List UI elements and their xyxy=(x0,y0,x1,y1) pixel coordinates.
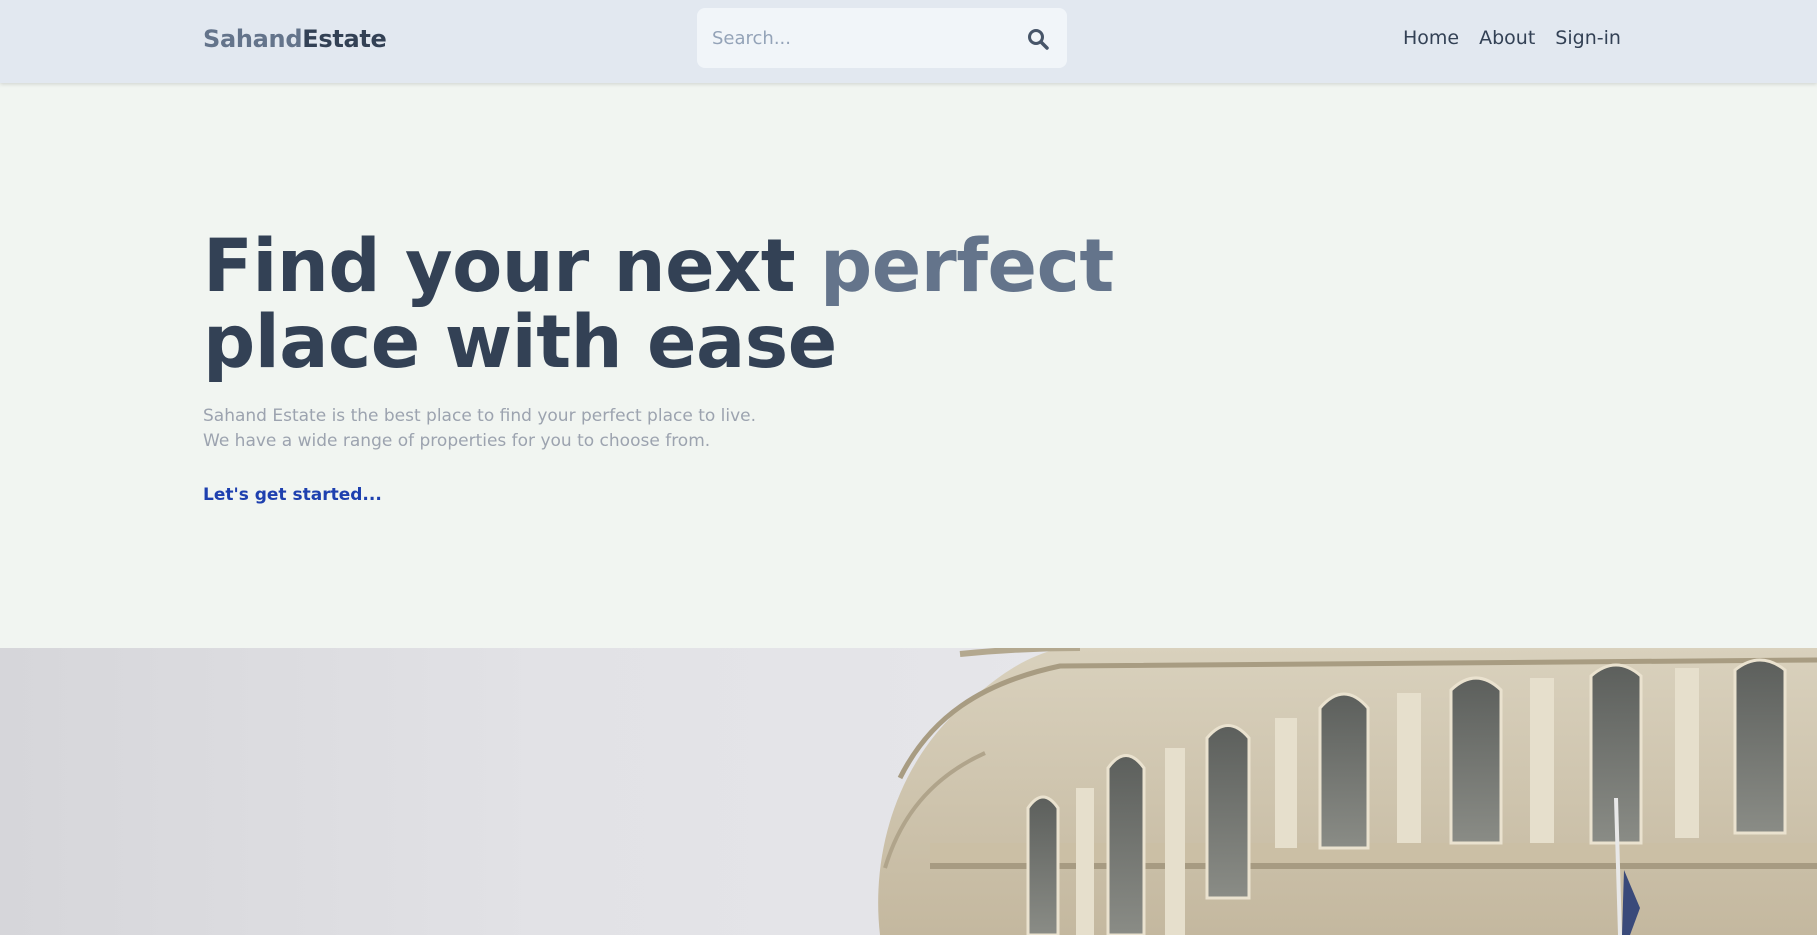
hero-subtext: Sahand Estate is the best place to find … xyxy=(203,404,756,454)
search-form xyxy=(697,8,1067,68)
hero-section: Find your next perfect place with ease Sa… xyxy=(0,83,1817,648)
subtext-line-2: We have a wide range of properties for y… xyxy=(203,431,711,451)
main-nav: Home About Sign-in xyxy=(1403,27,1621,49)
headline-part1: Find your next xyxy=(203,224,821,309)
subtext-line-1: Sahand Estate is the best place to find … xyxy=(203,406,757,426)
logo-part-estate: Estate xyxy=(302,25,387,53)
logo-part-sahand: Sahand xyxy=(203,25,303,53)
nav-about[interactable]: About xyxy=(1479,27,1535,49)
site-logo[interactable]: SahandEstate xyxy=(203,25,387,53)
headline-accent: perfect xyxy=(820,224,1114,309)
hero-headline: Find your next perfect place with ease xyxy=(203,229,1203,381)
nav-home[interactable]: Home xyxy=(1403,27,1459,49)
hero-image-capitol-dome xyxy=(0,648,1817,935)
search-icon[interactable] xyxy=(1027,28,1049,50)
nav-sign-in[interactable]: Sign-in xyxy=(1555,27,1621,49)
get-started-link[interactable]: Let's get started... xyxy=(203,485,382,505)
search-input[interactable] xyxy=(697,8,1017,68)
site-header: SahandEstate Home About Sign-in xyxy=(0,0,1817,83)
headline-part2: place with ease xyxy=(203,300,837,385)
